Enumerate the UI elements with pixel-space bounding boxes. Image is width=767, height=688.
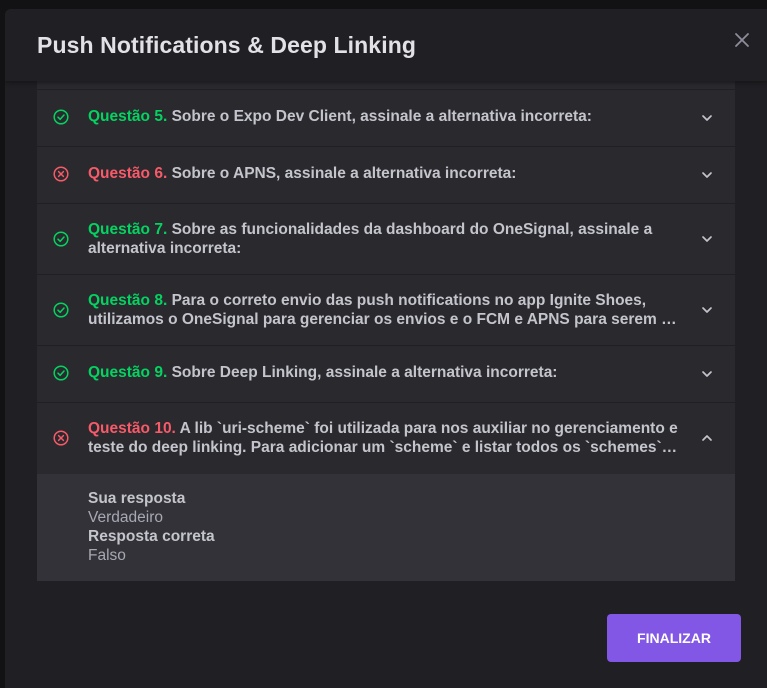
question-item-9[interactable]: Questão 9. Sobre Deep Linking, assinale … [37, 346, 735, 403]
check-circle-icon [53, 365, 69, 381]
question-text: Questão 9. Sobre Deep Linking, assinale … [88, 363, 678, 382]
question-line: Sobre o APNS, assinale a alternativa inc… [171, 165, 517, 182]
modal-header: Push Notifications & Deep Linking [5, 9, 767, 81]
correct-answer-label: Resposta correta [88, 528, 215, 545]
chevron-down-icon [702, 236, 712, 242]
question-text: Questão 5. Sobre o Expo Dev Client, assi… [88, 107, 678, 126]
question-line: teste do deep linking. Para adicionar um… [88, 439, 678, 456]
chevron-up-icon [702, 435, 712, 441]
correct-answer-value: Falso [88, 547, 126, 564]
question-text: Questão 10. A lib `uri-scheme` foi utili… [88, 419, 678, 457]
chevron-down-icon [702, 172, 712, 178]
x-circle-icon [53, 430, 69, 446]
question-text: Questão 8. Para o correto envio das push… [88, 291, 678, 329]
question-item-5[interactable]: Questão 5. Sobre o Expo Dev Client, assi… [37, 90, 735, 147]
close-icon [735, 33, 749, 47]
list-top-edge [37, 81, 735, 90]
chevron-down-icon [702, 307, 712, 313]
check-circle-icon [53, 109, 69, 125]
question-line: Para o correto envio das push notificati… [171, 292, 647, 309]
question-text: Questão 7. Sobre as funcionalidades da d… [88, 220, 678, 258]
question-line: A lib `uri-scheme` foi utilizada para no… [179, 420, 678, 437]
answer-panel: Sua resposta Verdadeiro Resposta correta… [37, 474, 735, 581]
x-circle-icon [53, 166, 69, 182]
question-item-10[interactable]: Questão 10. A lib `uri-scheme` foi utili… [37, 403, 735, 474]
chevron-down-icon [702, 115, 712, 121]
question-item-8[interactable]: Questão 8. Para o correto envio das push… [37, 275, 735, 346]
question-number: Questão 8. [88, 292, 168, 309]
question-line: Sobre o Expo Dev Client, assinale a alte… [171, 108, 592, 125]
your-answer-label: Sua resposta [88, 490, 186, 507]
question-line: utilizamos o OneSignal para gerenciar os… [88, 311, 678, 328]
question-number: Questão 9. [88, 364, 168, 381]
modal-title: Push Notifications & Deep Linking [37, 32, 416, 58]
check-circle-icon [53, 231, 69, 247]
question-number: Questão 5. [88, 108, 168, 125]
question-number: Questão 6. [88, 165, 168, 182]
your-answer-value: Verdadeiro [88, 509, 163, 526]
question-item-7[interactable]: Questão 7. Sobre as funcionalidades da d… [37, 204, 735, 275]
question-line: alternativa incorreta: [88, 240, 242, 257]
chevron-down-icon [702, 371, 712, 377]
finish-button[interactable]: FINALIZAR [607, 614, 741, 662]
question-line: Sobre as funcionalidades da dashboard do… [171, 221, 653, 238]
close-button[interactable] [731, 29, 753, 51]
question-line: Sobre Deep Linking, assinale a alternati… [171, 364, 558, 381]
question-number: Questão 10. [88, 420, 176, 437]
question-number: Questão 7. [88, 221, 168, 238]
quiz-review-modal: Push Notifications & Deep Linking Questã… [5, 9, 767, 688]
question-item-6[interactable]: Questão 6. Sobre o APNS, assinale a alte… [37, 147, 735, 204]
question-list: Questão 5. Sobre o Expo Dev Client, assi… [37, 81, 735, 581]
check-circle-icon [53, 302, 69, 318]
question-text: Questão 6. Sobre o APNS, assinale a alte… [88, 164, 678, 183]
